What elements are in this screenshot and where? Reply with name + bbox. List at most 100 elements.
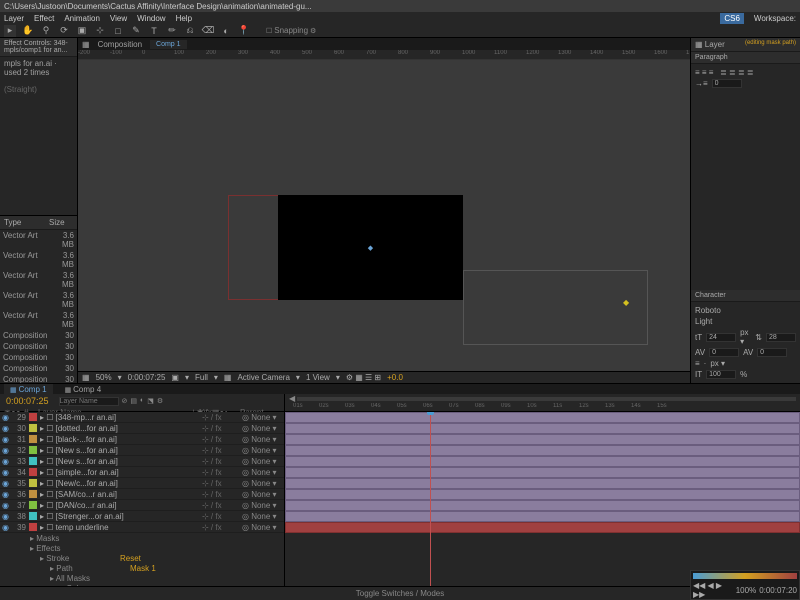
preview-pct[interactable]: 100%	[736, 586, 756, 595]
layer-track[interactable]	[285, 522, 800, 533]
brainstorm-icon[interactable]: ⚙	[157, 397, 163, 406]
toggle-switches[interactable]: Toggle Switches / Modes	[356, 589, 445, 598]
property-row[interactable]: ▸ StrokeReset	[0, 553, 284, 563]
layer-track[interactable]	[285, 511, 800, 522]
layer-list[interactable]: ◉29▸ ☐ [348-mp...r an.ai]⊹ / fx◎ None ▾ ◉…	[0, 412, 285, 586]
grid-icon[interactable]: ▦	[82, 373, 90, 382]
clone-tool-icon[interactable]: ⎌	[184, 25, 196, 37]
layer-panel-title[interactable]: ▦ Layer	[695, 40, 725, 49]
property-row[interactable]: ▸ PathMask 1	[0, 563, 284, 573]
property-row[interactable]: ▸ Masks	[0, 533, 284, 543]
brush-tool-icon[interactable]: ✏	[166, 25, 178, 37]
puppet-tool-icon[interactable]: 📍	[238, 25, 250, 37]
hand-tool-icon[interactable]: ✋	[22, 25, 34, 37]
shy-icon[interactable]: ⊘	[122, 397, 128, 406]
track-area[interactable]: ◆─────◆	[285, 412, 800, 586]
layer-track[interactable]	[285, 434, 800, 445]
camera-tool-icon[interactable]: ▣	[76, 25, 88, 37]
layer-track[interactable]	[285, 456, 800, 467]
col-size[interactable]: Size	[49, 218, 73, 227]
roto-tool-icon[interactable]: ◐	[220, 25, 232, 37]
indent-value[interactable]	[712, 79, 742, 88]
menu-help[interactable]: Help	[176, 14, 192, 23]
col-type[interactable]: Type	[4, 218, 49, 227]
project-item[interactable]: Vector Art3.6 MB	[0, 270, 77, 290]
rotate-tool-icon[interactable]: ⟳	[58, 25, 70, 37]
project-item[interactable]: Composition30	[0, 341, 77, 352]
timeline-timecode[interactable]: 0:00:07:25	[0, 394, 55, 408]
layer-track[interactable]	[285, 412, 800, 423]
work-area-start-icon[interactable]: ◀	[289, 394, 295, 403]
anchor-point-icon[interactable]: ◆	[623, 298, 629, 307]
layer-row[interactable]: ◉29▸ ☐ [348-mp...r an.ai]⊹ / fx◎ None ▾	[0, 412, 284, 423]
layer-track[interactable]	[285, 478, 800, 489]
kerning[interactable]	[709, 348, 739, 357]
channel-icon[interactable]: ▣	[171, 373, 179, 382]
layer-track[interactable]	[285, 445, 800, 456]
eraser-tool-icon[interactable]: ⌫	[202, 25, 214, 37]
menu-view[interactable]: View	[110, 14, 127, 23]
csfire-badge[interactable]: CS6	[720, 13, 744, 24]
paragraph-align[interactable]: ≡ ≡ ≡ ≣ ≣ ≣ ≣	[695, 68, 796, 77]
project-list[interactable]: Vector Art3.6 MBVector Art3.6 MBVector A…	[0, 230, 77, 384]
menu-window[interactable]: Window	[137, 14, 165, 23]
font-size[interactable]	[706, 333, 736, 342]
project-item[interactable]: Vector Art3.6 MB	[0, 250, 77, 270]
layer-row[interactable]: ◉39▸ ☐ temp underline⊹ / fx◎ None ▾	[0, 522, 284, 533]
character-panel-title[interactable]: Character	[691, 290, 800, 302]
layer-row[interactable]: ◉36▸ ☐ [SAM/co...r an.ai]⊹ / fx◎ None ▾	[0, 489, 284, 500]
zoom-level[interactable]: 50%	[96, 373, 112, 382]
timeline-tab-comp1[interactable]: ▦ Comp 1	[4, 384, 53, 395]
snapping-label[interactable]: ☐ Snapping ⚙	[266, 26, 316, 35]
menu-animation[interactable]: Animation	[64, 14, 100, 23]
effect-controls-header[interactable]: Effect Controls: 348-mpls/comp1 for an..…	[0, 38, 77, 57]
project-item[interactable]: Composition30	[0, 352, 77, 363]
frame-blend-icon[interactable]: ▤	[130, 397, 137, 406]
workspace-label[interactable]: Workspace:	[754, 14, 796, 23]
scale[interactable]	[706, 370, 736, 379]
project-item[interactable]: Vector Art3.6 MB	[0, 230, 77, 250]
mask-tool-icon[interactable]: □	[112, 25, 124, 37]
property-row[interactable]: ▸ Effects	[0, 543, 284, 553]
selection-tool-icon[interactable]: ▸	[4, 25, 16, 37]
timeline-tab-comp4[interactable]: ▦ Comp 4	[59, 384, 108, 395]
pen-tool-icon[interactable]: ✎	[130, 25, 142, 37]
indent-icon[interactable]: →≡	[695, 79, 708, 88]
preview-tc[interactable]: 0:00:07:20	[759, 586, 797, 595]
font-family[interactable]: Roboto	[695, 306, 721, 315]
project-item[interactable]: Vector Art3.6 MB	[0, 290, 77, 310]
leading[interactable]	[766, 333, 796, 342]
zoom-tool-icon[interactable]: ⚲	[40, 25, 52, 37]
view-count[interactable]: 1 View	[306, 373, 330, 382]
layer-row[interactable]: ◉32▸ ☐ [New s...for an.ai]⊹ / fx◎ None ▾	[0, 445, 284, 456]
view-options-icon[interactable]: ⚙ ▦ ☰ ⊞	[346, 373, 381, 382]
menu-effect[interactable]: Effect	[34, 14, 54, 23]
layer-row[interactable]: ◉35▸ ☐ [New/c...for an.ai]⊹ / fx◎ None ▾	[0, 478, 284, 489]
graph-icon[interactable]: ⬔	[147, 397, 154, 406]
camera-selector[interactable]: Active Camera	[237, 373, 289, 382]
layer-track[interactable]	[285, 489, 800, 500]
region-icon[interactable]: ▦	[224, 373, 232, 382]
paragraph-panel-title[interactable]: Paragraph	[691, 52, 800, 64]
preview-play-icon[interactable]: ◀◀ ◀ ▶ ▶▶	[693, 581, 733, 599]
work-area-bar[interactable]	[297, 397, 796, 401]
text-tool-icon[interactable]: T	[148, 25, 160, 37]
font-weight[interactable]: Light	[695, 317, 712, 326]
layer-track[interactable]	[285, 500, 800, 511]
layer-row[interactable]: ◉38▸ ☐ [Strenger...or an.ai]⊹ / fx◎ None…	[0, 511, 284, 522]
layer-row[interactable]: ◉37▸ ☐ [DAN/co...r an.ai]⊹ / fx◎ None ▾	[0, 500, 284, 511]
layer-row[interactable]: ◉33▸ ☐ [New s...for an.ai]⊹ / fx◎ None ▾	[0, 456, 284, 467]
resolution[interactable]: Full	[195, 373, 208, 382]
playhead[interactable]	[430, 412, 431, 586]
motion-blur-icon[interactable]: ◐	[140, 397, 144, 406]
viewer-tab-comp1[interactable]: Comp 1	[150, 40, 187, 49]
layer-track[interactable]	[285, 467, 800, 478]
timecode-display[interactable]: 0:00:07:25	[128, 373, 166, 382]
tracking[interactable]	[757, 348, 787, 357]
project-item[interactable]: Composition30	[0, 363, 77, 374]
project-item[interactable]: Vector Art3.6 MB	[0, 310, 77, 330]
project-item[interactable]: Composition30	[0, 330, 77, 341]
layer-row[interactable]: ◉34▸ ☐ [simple...for an.ai]⊹ / fx◎ None …	[0, 467, 284, 478]
canvas[interactable]: ◆	[78, 60, 690, 371]
layer-search[interactable]	[59, 397, 119, 406]
